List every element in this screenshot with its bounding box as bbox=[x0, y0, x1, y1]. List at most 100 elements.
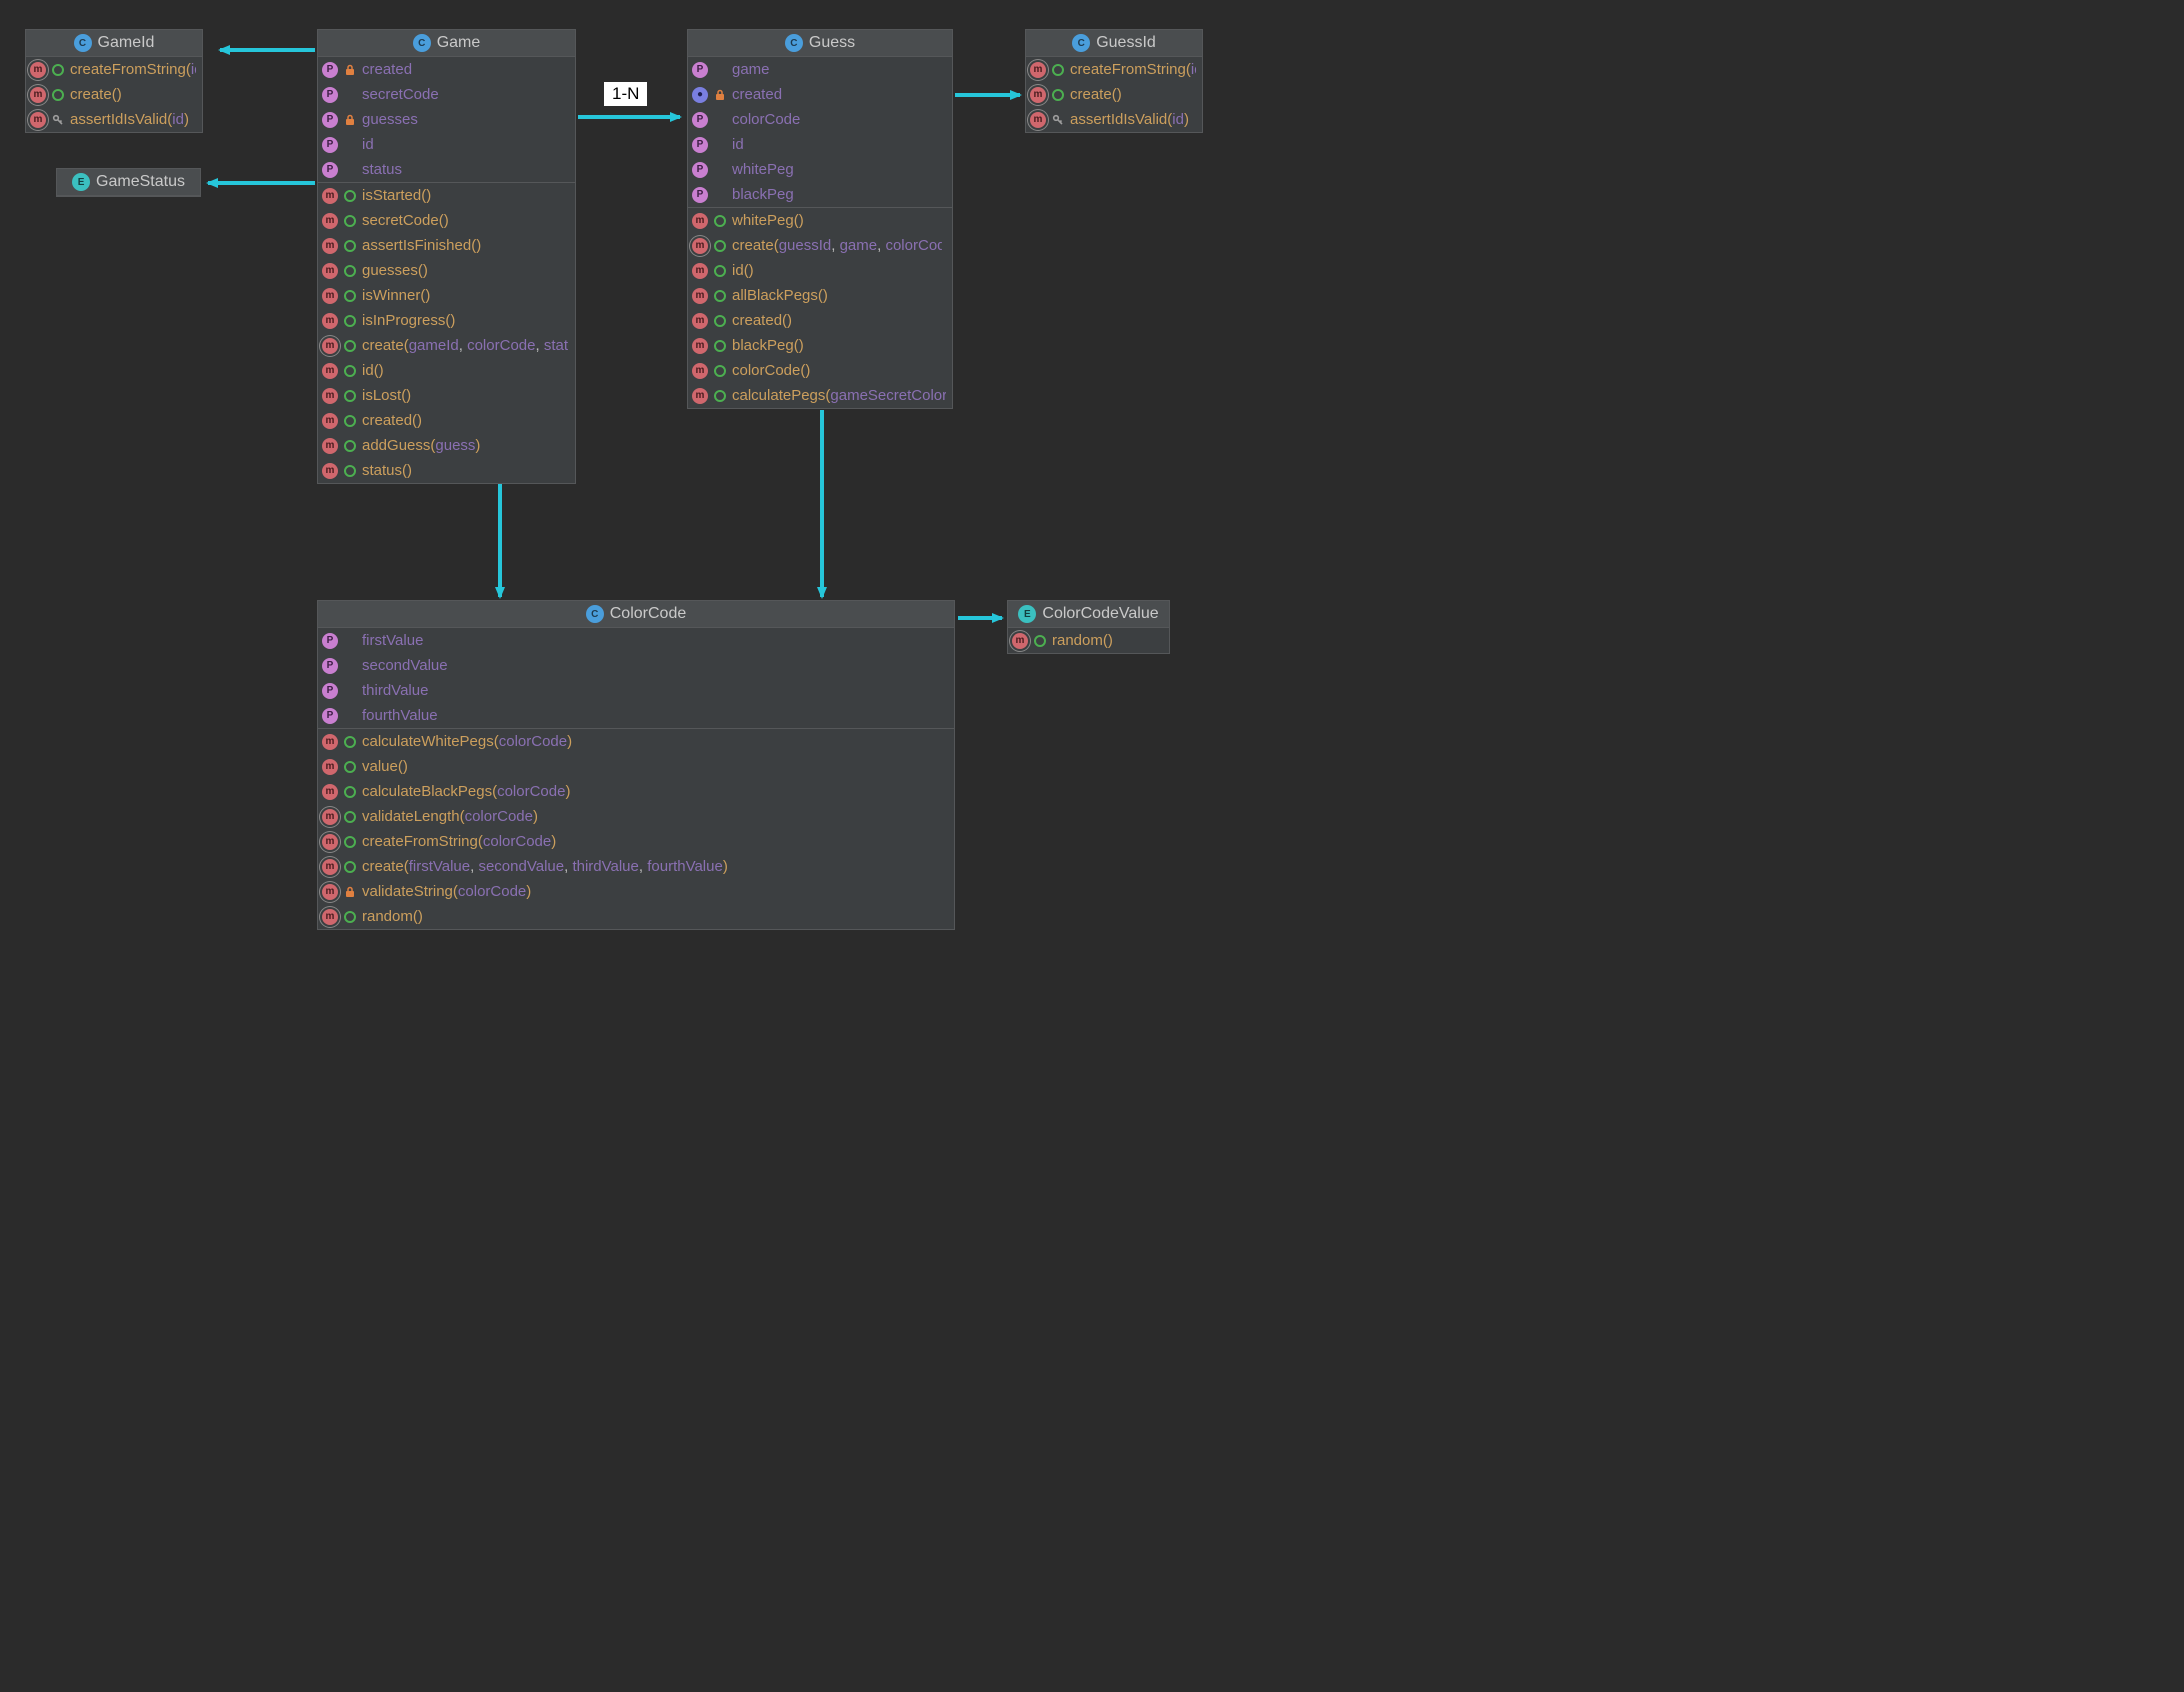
class-title: GameStatus bbox=[96, 173, 185, 191]
class-member-row[interactable]: misInProgress() bbox=[318, 308, 575, 333]
enum-icon: E bbox=[1018, 605, 1036, 623]
class-member-row[interactable]: Pgame bbox=[688, 57, 952, 82]
class-member-row[interactable]: mcreated() bbox=[688, 308, 952, 333]
visibility-public-icon bbox=[714, 315, 726, 327]
class-member-row[interactable]: mid() bbox=[318, 358, 575, 383]
class-member-row[interactable]: msecretCode() bbox=[318, 208, 575, 233]
class-member-row[interactable]: Pid bbox=[688, 132, 952, 157]
member-label: calculateWhitePegs(colorCode) bbox=[362, 732, 572, 751]
method-icon: m bbox=[692, 338, 708, 354]
class-member-row[interactable]: mcreateFromString(colorCode) bbox=[318, 829, 954, 854]
visibility-protected-icon bbox=[1052, 114, 1064, 126]
member-label: isStarted() bbox=[362, 186, 431, 205]
class-member-row[interactable]: mcreate() bbox=[26, 82, 202, 107]
member-label: guesses() bbox=[362, 261, 428, 280]
class-member-row[interactable]: maddGuess(guess) bbox=[318, 433, 575, 458]
member-label: create(guessId, game, colorCode) bbox=[732, 236, 942, 255]
class-member-row[interactable]: Pstatus bbox=[318, 157, 575, 182]
class-member-row[interactable]: mwhitePeg() bbox=[688, 208, 952, 233]
visibility-private-icon bbox=[344, 886, 356, 898]
method-icon: m bbox=[692, 263, 708, 279]
class-member-row[interactable]: PwhitePeg bbox=[688, 157, 952, 182]
class-member-row[interactable]: mrandom() bbox=[1008, 628, 1169, 653]
class-member-row[interactable]: mcalculatePegs(gameSecretColor) bbox=[688, 383, 952, 408]
member-label: blackPeg() bbox=[732, 336, 804, 355]
class-member-row[interactable]: PfirstValue bbox=[318, 628, 954, 653]
class-box-guess[interactable]: CGuessPgame●createdPcolorCodePidPwhitePe… bbox=[687, 29, 953, 409]
class-member-row[interactable]: mcolorCode() bbox=[688, 358, 952, 383]
class-header: CGuessId bbox=[1026, 30, 1202, 57]
member-label: thirdValue bbox=[362, 681, 428, 700]
class-member-row[interactable]: massertIdIsValid(id) bbox=[26, 107, 202, 132]
class-box-gameid[interactable]: CGameIdmcreateFromString(id)mcreate()mas… bbox=[25, 29, 203, 133]
member-label: random() bbox=[362, 907, 423, 926]
class-box-guessid[interactable]: CGuessIdmcreateFromString(id)mcreate()ma… bbox=[1025, 29, 1203, 133]
class-member-row[interactable]: Pguesses bbox=[318, 107, 575, 132]
member-label: secondValue bbox=[362, 656, 448, 675]
class-member-row[interactable]: mrandom() bbox=[318, 904, 954, 929]
class-member-row[interactable]: misLost() bbox=[318, 383, 575, 408]
class-box-colorcode[interactable]: CColorCodePfirstValuePsecondValuePthirdV… bbox=[317, 600, 955, 930]
class-member-row[interactable]: mcalculateBlackPegs(colorCode) bbox=[318, 779, 954, 804]
class-box-gamestatus[interactable]: EGameStatus bbox=[56, 168, 201, 197]
spacer bbox=[344, 89, 356, 101]
method-icon: m bbox=[692, 213, 708, 229]
member-label: id() bbox=[362, 361, 384, 380]
class-member-row[interactable]: mstatus() bbox=[318, 458, 575, 483]
class-member-row[interactable]: mvalidateString(colorCode) bbox=[318, 879, 954, 904]
class-member-row[interactable]: PthirdValue bbox=[318, 678, 954, 703]
method-icon: m bbox=[692, 313, 708, 329]
class-member-row[interactable]: PblackPeg bbox=[688, 182, 952, 207]
visibility-public-icon bbox=[1034, 635, 1046, 647]
class-member-row[interactable]: mcreate(firstValue, secondValue, thirdVa… bbox=[318, 854, 954, 879]
class-icon: C bbox=[785, 34, 803, 52]
method-icon: m bbox=[322, 313, 338, 329]
class-member-row[interactable]: mid() bbox=[688, 258, 952, 283]
class-header: EColorCodeValue bbox=[1008, 601, 1169, 628]
class-member-row[interactable]: mvalidateLength(colorCode) bbox=[318, 804, 954, 829]
class-member-row[interactable]: mcreate(guessId, game, colorCode) bbox=[688, 233, 952, 258]
visibility-public-icon bbox=[344, 290, 356, 302]
class-member-row[interactable]: mguesses() bbox=[318, 258, 575, 283]
class-icon: C bbox=[413, 34, 431, 52]
member-label: assertIdIsValid(id) bbox=[70, 110, 189, 129]
visibility-private-icon bbox=[714, 89, 726, 101]
class-member-row[interactable]: massertIsFinished() bbox=[318, 233, 575, 258]
class-member-row[interactable]: mcreateFromString(id) bbox=[26, 57, 202, 82]
visibility-public-icon bbox=[344, 365, 356, 377]
class-member-row[interactable]: Pid bbox=[318, 132, 575, 157]
member-label: secretCode() bbox=[362, 211, 449, 230]
class-member-row[interactable]: massertIdIsValid(id) bbox=[1026, 107, 1202, 132]
class-member-row[interactable]: mcreate(gameId, colorCode, status) bbox=[318, 333, 575, 358]
class-member-row[interactable]: m blackPeg() bbox=[688, 333, 952, 358]
class-icon: C bbox=[1072, 34, 1090, 52]
member-label: validateLength(colorCode) bbox=[362, 807, 538, 826]
visibility-public-icon bbox=[714, 240, 726, 252]
member-label: colorCode() bbox=[732, 361, 810, 380]
visibility-public-icon bbox=[344, 465, 356, 477]
class-member-row[interactable]: mcalculateWhitePegs(colorCode) bbox=[318, 729, 954, 754]
class-member-row[interactable]: mcreated() bbox=[318, 408, 575, 433]
class-member-row[interactable]: Pcreated bbox=[318, 57, 575, 82]
class-member-row[interactable]: misWinner() bbox=[318, 283, 575, 308]
class-title: GameId bbox=[98, 34, 155, 52]
class-member-row[interactable]: mcreate() bbox=[1026, 82, 1202, 107]
class-member-row[interactable]: mallBlackPegs() bbox=[688, 283, 952, 308]
class-box-game[interactable]: CGamePcreatedPsecretCodePguessesPidPstat… bbox=[317, 29, 576, 484]
class-member-row[interactable]: PsecretCode bbox=[318, 82, 575, 107]
class-box-colorcodevalue[interactable]: EColorCodeValuemrandom() bbox=[1007, 600, 1170, 654]
class-member-row[interactable]: PcolorCode bbox=[688, 107, 952, 132]
visibility-public-icon bbox=[52, 89, 64, 101]
method-icon: m bbox=[322, 438, 338, 454]
class-member-row[interactable]: ●created bbox=[688, 82, 952, 107]
class-member-row[interactable]: mcreateFromString(id) bbox=[1026, 57, 1202, 82]
class-member-row[interactable]: misStarted() bbox=[318, 183, 575, 208]
member-label: calculateBlackPegs(colorCode) bbox=[362, 782, 570, 801]
visibility-private-icon bbox=[344, 64, 356, 76]
class-member-row[interactable]: PfourthValue bbox=[318, 703, 954, 728]
class-header: CGameId bbox=[26, 30, 202, 57]
class-member-row[interactable]: mvalue() bbox=[318, 754, 954, 779]
member-label: created bbox=[362, 60, 412, 79]
spacer bbox=[714, 114, 726, 126]
class-member-row[interactable]: PsecondValue bbox=[318, 653, 954, 678]
